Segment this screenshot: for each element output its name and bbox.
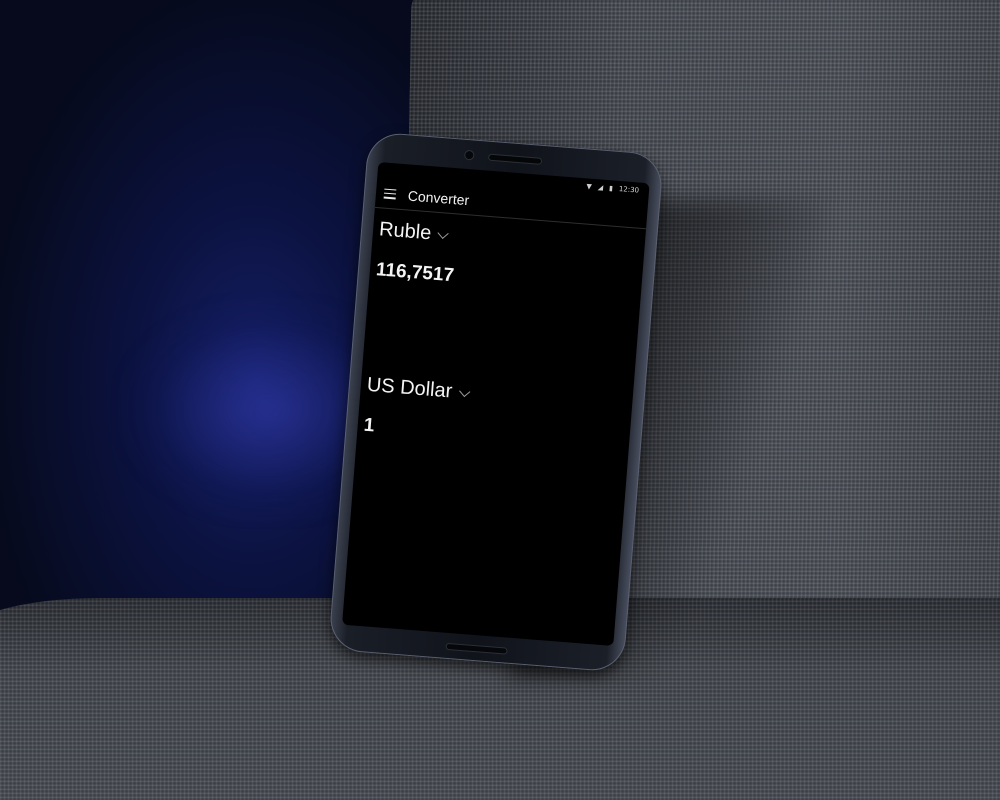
battery-icon: ▮ [608,183,614,193]
app-title: Converter [407,186,470,208]
menu-icon[interactable] [383,188,397,199]
from-amount-input[interactable] [375,259,577,297]
smartphone: ▼ ◢ ▮ 12:30 Converter Ruble 116,7517 US … [328,131,664,673]
cellular-signal-icon: ◢ [597,182,604,192]
to-currency-section: US Dollar [357,373,633,457]
photo-scene: ▼ ◢ ▮ 12:30 Converter Ruble 116,7517 US … [0,0,1000,800]
chevron-down-icon [458,385,470,397]
chevron-down-icon [437,227,450,239]
status-time: 12:30 [618,184,640,195]
wifi-icon: ▼ [586,181,593,191]
to-amount-input[interactable] [362,414,564,453]
from-currency-section: Ruble [369,218,645,302]
phone-screen: ▼ ◢ ▮ 12:30 Converter Ruble 116,7517 US … [342,162,650,646]
